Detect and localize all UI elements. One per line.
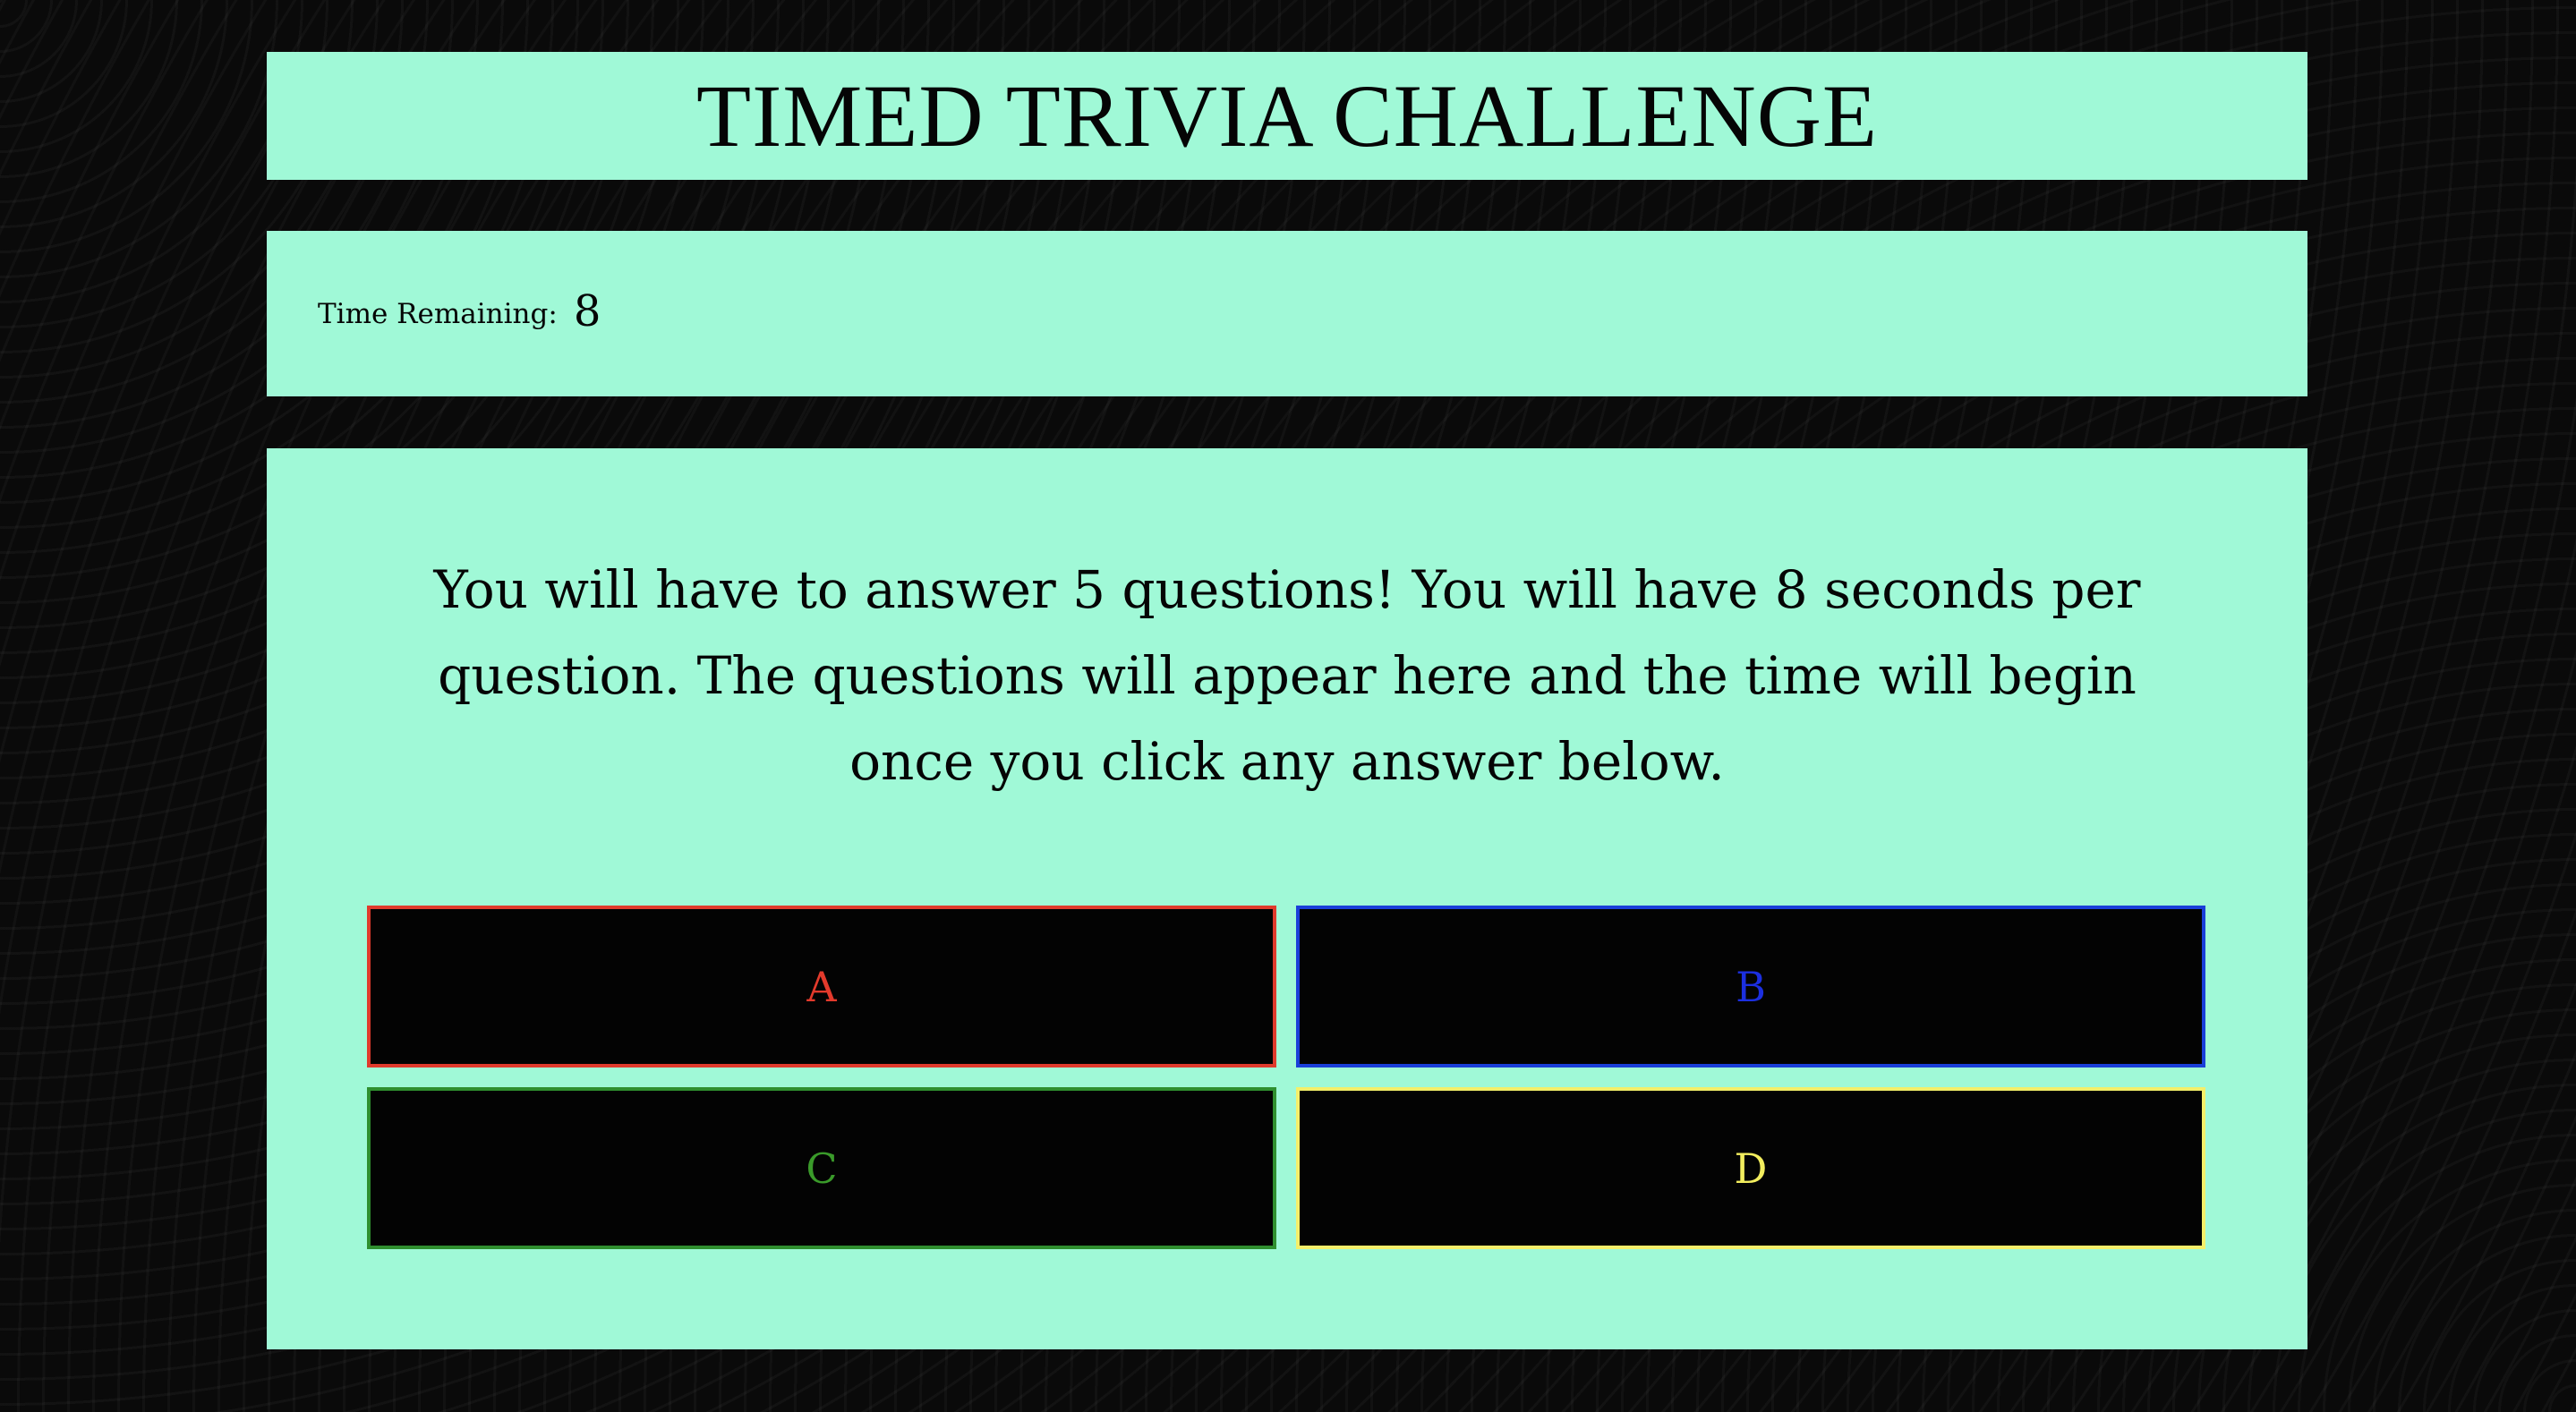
- answer-button-d[interactable]: D: [1296, 1087, 2205, 1249]
- question-text: You will have to answer 5 questions! You…: [433, 559, 2141, 792]
- answer-button-a[interactable]: A: [367, 906, 1276, 1068]
- page-title: TIMED TRIVIA CHALLENGE: [696, 66, 1878, 166]
- time-remaining-label: Time Remaining:: [318, 297, 558, 330]
- quiz-panel: You will have to answer 5 questions! You…: [267, 448, 2307, 1349]
- answer-button-b[interactable]: B: [1296, 906, 2205, 1068]
- header-panel: TIMED TRIVIA CHALLENGE: [267, 52, 2307, 180]
- time-remaining-value: 8: [573, 285, 601, 336]
- timer-panel: Time Remaining: 8: [267, 231, 2307, 396]
- page-background: { "header": { "title": "TIMED TRIVIA CHA…: [0, 0, 2576, 1412]
- answer-button-c[interactable]: C: [367, 1087, 1276, 1249]
